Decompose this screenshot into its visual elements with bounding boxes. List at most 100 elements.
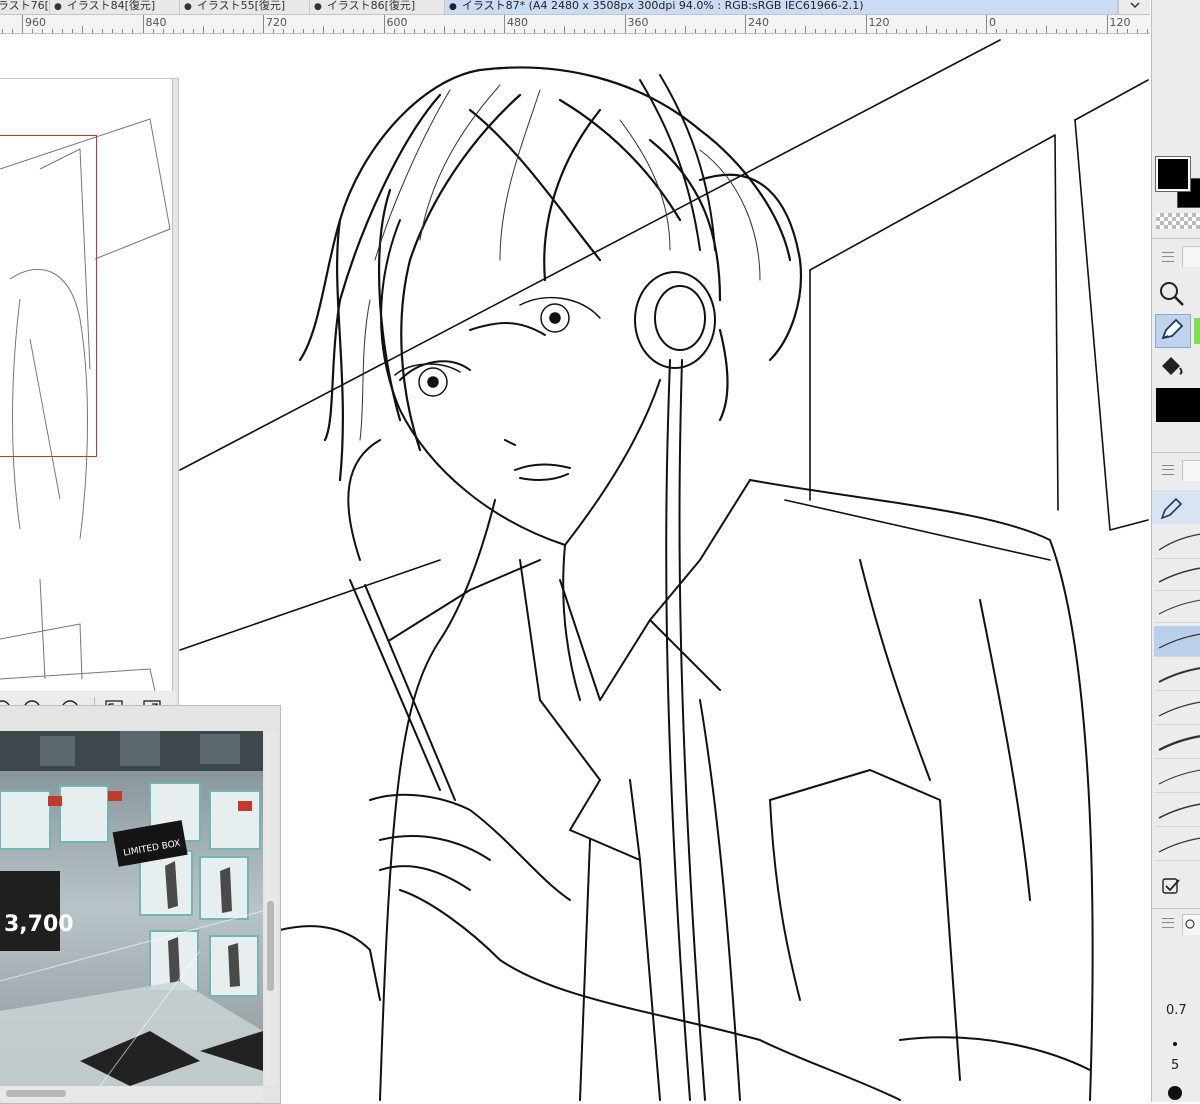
tab-illust-86[interactable]: ● イラスト86[復元]: [310, 0, 445, 14]
ruler-label: 720: [266, 16, 287, 29]
ruler-tick: [734, 29, 736, 33]
scrollbar-thumb[interactable]: [267, 901, 274, 991]
brush-size-dot-small[interactable]: [1173, 1042, 1177, 1046]
reference-vertical-scrollbar[interactable]: [265, 731, 277, 1086]
ruler-label: 240: [748, 16, 769, 29]
ruler-tick: [252, 29, 254, 33]
brush-preset-1[interactable]: [1154, 528, 1200, 559]
reference-photo[interactable]: 3,700 LIMITED BOX: [0, 731, 263, 1086]
brush-size-step[interactable]: 5: [1171, 1058, 1179, 1073]
zoom-tool-icon[interactable]: [1158, 280, 1186, 312]
ruler-tick: [483, 29, 485, 33]
panel-grip-icon[interactable]: [1162, 465, 1174, 475]
ruler-tick: [493, 29, 495, 33]
fill-color-bar[interactable]: [1156, 388, 1200, 422]
view-frame[interactable]: [0, 135, 97, 457]
ruler-tick: [835, 29, 837, 33]
ruler-tick: [644, 29, 646, 33]
ruler-tick: [473, 29, 475, 33]
ruler-tick: [604, 29, 606, 33]
main-color-swatch[interactable]: [1155, 156, 1191, 192]
ruler-tick: [182, 29, 184, 33]
navigator-preview[interactable]: [0, 79, 173, 692]
brush-preset-7[interactable]: [1154, 728, 1200, 759]
ruler-tick: [11, 29, 13, 33]
ruler-tick: [594, 29, 596, 33]
ruler-label: 600: [386, 16, 408, 29]
tab-illust-55[interactable]: ● イラスト55[復元]: [180, 0, 310, 14]
tab-illust-76[interactable]: ●イラスト76[復元]: [0, 0, 50, 14]
ruler-label: 840: [145, 16, 167, 29]
right-tool-panel: 0.7 5: [1151, 0, 1200, 1102]
fill-tool-icon[interactable]: [1158, 354, 1186, 384]
transparent-color-swatch[interactable]: [1156, 213, 1200, 229]
ruler-tick: [293, 29, 295, 33]
ruler-tick: [805, 26, 807, 33]
ruler-tick: [865, 15, 867, 33]
ruler-tick: [554, 29, 556, 33]
ruler-tick: [232, 29, 234, 33]
ruler-tick: [453, 29, 455, 33]
ruler-label: 120: [1109, 16, 1131, 29]
ruler-tick: [202, 26, 204, 33]
brush-size-value[interactable]: 0.7: [1166, 1003, 1187, 1018]
brush-preset-2[interactable]: [1154, 560, 1200, 591]
ruler-tick: [1076, 29, 1078, 33]
tab-illust-84[interactable]: ● イラスト84[復元]: [50, 0, 180, 14]
checkbox-icon[interactable]: [1160, 876, 1182, 902]
panel-grip-icon[interactable]: [1162, 918, 1174, 928]
ruler-tick: [674, 29, 676, 33]
ruler-tick: [323, 26, 325, 33]
ruler-tick: [273, 29, 275, 33]
ruler-tick: [795, 29, 797, 33]
ruler-tick: [162, 29, 164, 33]
scrollbar-thumb[interactable]: [6, 1090, 66, 1097]
ruler-tick: [765, 29, 767, 33]
ruler-tick: [1016, 29, 1018, 33]
tab-label: イラスト76[復元]: [0, 0, 49, 12]
brush-preset-9[interactable]: [1154, 796, 1200, 827]
ruler-tick: [745, 15, 746, 33]
ruler-tick: [955, 29, 957, 33]
reference-horizontal-scrollbar[interactable]: [0, 1087, 263, 1101]
ruler-tick: [504, 15, 505, 33]
ruler-tick: [413, 29, 415, 33]
brush-preset-10[interactable]: [1154, 830, 1200, 861]
horizontal-ruler[interactable]: 9608407206004803602401200120240360480600…: [0, 15, 1150, 34]
panel-tab[interactable]: [1182, 914, 1200, 935]
ruler-tick: [1, 29, 3, 33]
ruler-tick: [222, 29, 224, 33]
pen-tool-icon[interactable]: [1155, 314, 1191, 348]
ruler-tick: [263, 15, 264, 33]
brush-preset-8[interactable]: [1154, 762, 1200, 793]
ruler-tick: [42, 29, 44, 33]
brush-preset-3[interactable]: [1154, 592, 1200, 623]
ruler-label: 0: [989, 16, 996, 29]
ruler-tick: [242, 29, 244, 33]
panel-tab[interactable]: [1182, 246, 1200, 267]
brush-preset-5[interactable]: [1154, 660, 1200, 691]
ruler-tick: [172, 29, 174, 33]
tab-illust-87[interactable]: ● イラスト87* (A4 2480 x 3508px 300dpi 94.0% …: [445, 0, 1118, 14]
pen-subtool-header[interactable]: [1152, 490, 1200, 524]
tab-label: イラスト84[復元]: [66, 0, 156, 12]
ruler-tick: [614, 29, 616, 33]
brush-preset-4-selected[interactable]: [1154, 626, 1200, 657]
ruler-tick: [62, 29, 64, 33]
panel-grip-icon[interactable]: [1162, 252, 1174, 262]
brush-size-dot-large[interactable]: [1168, 1086, 1182, 1100]
brush-preset-6[interactable]: [1154, 694, 1200, 725]
panel-tab[interactable]: [1182, 460, 1200, 481]
reference-image-panel: 3,700 LIMITED BOX: [0, 705, 281, 1104]
document-tab-bar: ●イラスト76[復元] ●イラスト84[復元] ●イラスト55[復元] ●イラス…: [0, 0, 1150, 15]
ruler-tick: [192, 29, 194, 33]
ruler-tick: [584, 29, 586, 33]
chevron-down-icon[interactable]: [1118, 0, 1150, 14]
tab-label: イラスト55[復元]: [196, 0, 286, 12]
ruler-tick: [915, 29, 917, 33]
ruler-tick: [333, 29, 335, 33]
ruler-tick: [1056, 29, 1058, 33]
ruler-tick: [1146, 29, 1148, 33]
ruler-tick: [313, 29, 315, 33]
ruler-tick: [975, 29, 977, 33]
